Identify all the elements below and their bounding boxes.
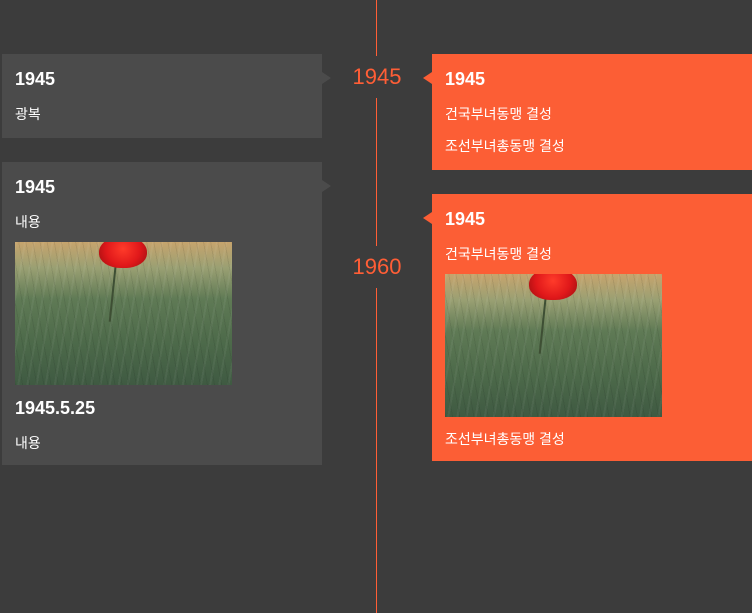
card-text-line2: 조선부녀총동맹 결성 [445, 431, 565, 447]
card-text: 광복 [15, 106, 41, 122]
poppy-flower [99, 242, 147, 268]
timeline-card-right-2: 1945 건국부녀동맹 결성 조선부녀총동맹 결성 [423, 194, 752, 461]
card-title: 1945 [445, 69, 486, 89]
poppy-photo [445, 274, 662, 417]
year-marker-1960: 1960 [342, 246, 412, 288]
poppy-flower [529, 274, 577, 300]
card-title: 1945 [15, 69, 56, 89]
card-text: 내용 [15, 214, 41, 230]
card-title: 1945 [445, 209, 486, 229]
card-text-line2: 조선부녀총동맹 결성 [445, 138, 565, 154]
card-title: 1945 [15, 177, 56, 197]
year-marker-1945: 1945 [342, 56, 412, 98]
timeline-card-left-1: 1945 광복 [2, 54, 331, 138]
card-text-line1: 건국부녀동맹 결성 [445, 106, 552, 122]
card-text: 내용 [15, 435, 41, 451]
card-text-line1: 건국부녀동맹 결성 [445, 246, 552, 262]
card-subtitle: 1945.5.25 [15, 398, 96, 418]
poppy-photo [15, 242, 232, 385]
timeline-card-left-2: 1945 내용 1945.5.25 내용 [2, 162, 331, 465]
timeline-card-right-1: 1945 건국부녀동맹 결성 조선부녀총동맹 결성 [423, 54, 752, 170]
